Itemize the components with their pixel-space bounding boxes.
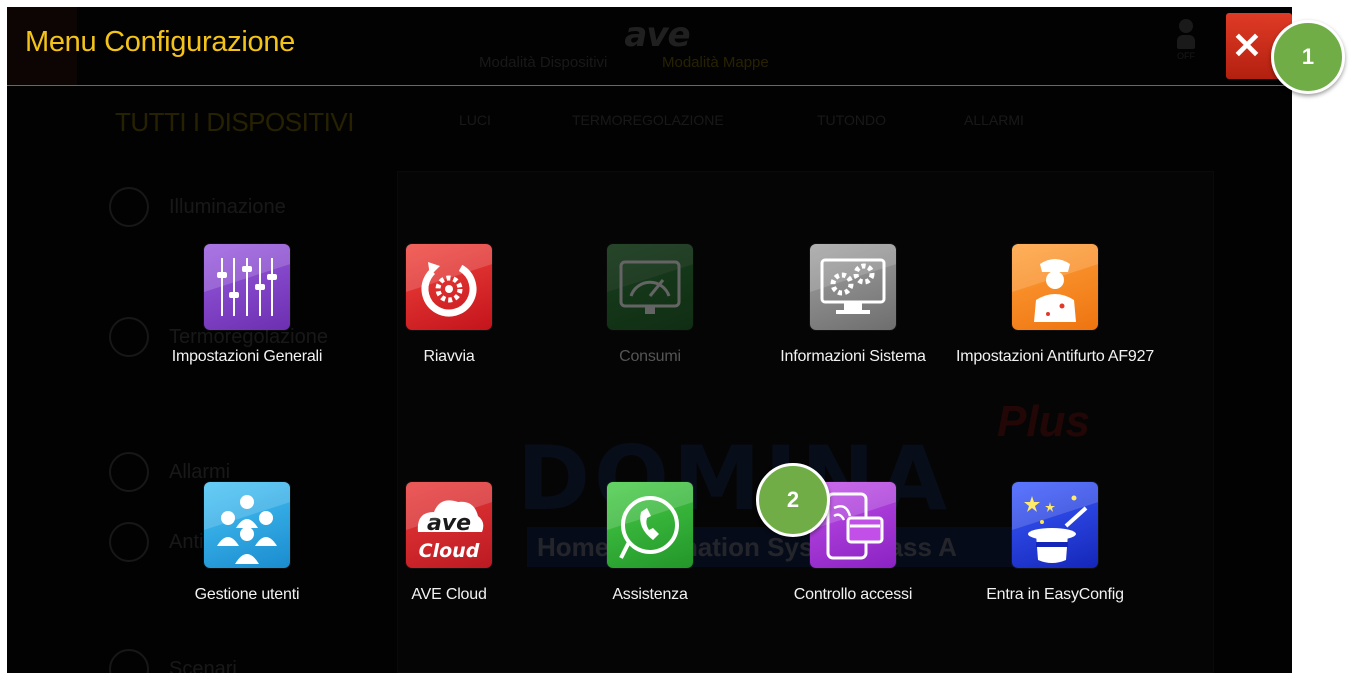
tile-label: Consumi	[619, 348, 681, 365]
background-tab-luci: LUCI	[459, 112, 491, 128]
shield-icon	[109, 522, 149, 562]
close-icon: ✕	[1231, 25, 1263, 66]
tile-label: Entra in EasyConfig	[986, 586, 1124, 603]
tile-label: AVE Cloud	[411, 586, 487, 603]
computer-gears-icon	[810, 244, 896, 330]
background-mode-devices: Modalità Dispositivi	[479, 54, 608, 71]
background-user-status: OFF	[1177, 51, 1195, 61]
background-tab-allarmi: ALLARMI	[964, 112, 1024, 128]
callout-badge-2: 2	[756, 463, 830, 537]
gauge-meter-icon	[607, 244, 693, 330]
screen: ave Modalità Dispositivi Modalità Mappe …	[7, 7, 1292, 673]
tile-label: Impostazioni Generali	[171, 348, 323, 365]
tile-label: Gestione utenti	[194, 586, 300, 603]
background-product-suffix: Plus	[997, 397, 1090, 446]
tile-riavvia[interactable]: Riavvia	[349, 244, 549, 367]
phone-support-icon	[607, 482, 693, 568]
callout-badge-1: 1	[1271, 20, 1345, 94]
background-brand-logo: ave	[624, 15, 690, 55]
users-group-icon	[204, 482, 290, 568]
tile-assistenza[interactable]: Assistenza	[550, 482, 750, 605]
sliders-icon	[204, 244, 290, 330]
tile-consumi: Consumi	[550, 244, 750, 367]
background-tab-tutondo: TUTONDO	[817, 112, 886, 128]
ave-cloud-icon-text: Cloud	[419, 540, 480, 562]
magic-hat-icon	[1012, 482, 1098, 568]
scenes-icon	[109, 649, 149, 673]
tile-ave-cloud[interactable]: ave Cloud AVE Cloud	[349, 482, 549, 605]
background-mode-maps: Modalità Mappe	[662, 54, 769, 71]
tile-label: Riavvia	[423, 348, 475, 365]
restart-gear-icon	[406, 244, 492, 330]
tile-easyconfig[interactable]: Entra in EasyConfig	[955, 482, 1155, 605]
thermometer-icon	[109, 317, 149, 357]
alarm-icon	[109, 452, 149, 492]
guard-icon	[1012, 244, 1098, 330]
background-user-icon: OFF	[1171, 19, 1201, 61]
ave-cloud-icon: ave Cloud	[406, 482, 492, 568]
tile-label: Assistenza	[612, 586, 688, 603]
background-sidebar-item: Scenari	[109, 649, 237, 673]
tile-label: Impostazioni Antifurto AF927	[955, 348, 1155, 365]
title-divider	[7, 85, 1292, 86]
tile-impostazioni-generali[interactable]: Impostazioni Generali	[147, 244, 347, 367]
page-title: Menu Configurazione	[25, 26, 295, 58]
tile-label: Informazioni Sistema	[780, 348, 926, 365]
background-all-devices: TUTTI I DISPOSITIVI	[115, 107, 354, 137]
tile-label: Controllo accessi	[793, 586, 913, 603]
tile-informazioni-sistema[interactable]: Informazioni Sistema	[753, 244, 953, 367]
tile-gestione-utenti[interactable]: Gestione utenti	[147, 482, 347, 605]
ave-cloud-icon-brand: ave	[427, 511, 471, 536]
background-tab-termoregolazione: TERMOREGOLAZIONE	[572, 112, 724, 128]
bulb-icon	[109, 187, 149, 227]
background-sidebar-item: Illuminazione	[109, 187, 286, 227]
tile-impostazioni-antifurto[interactable]: Impostazioni Antifurto AF927	[955, 244, 1155, 367]
